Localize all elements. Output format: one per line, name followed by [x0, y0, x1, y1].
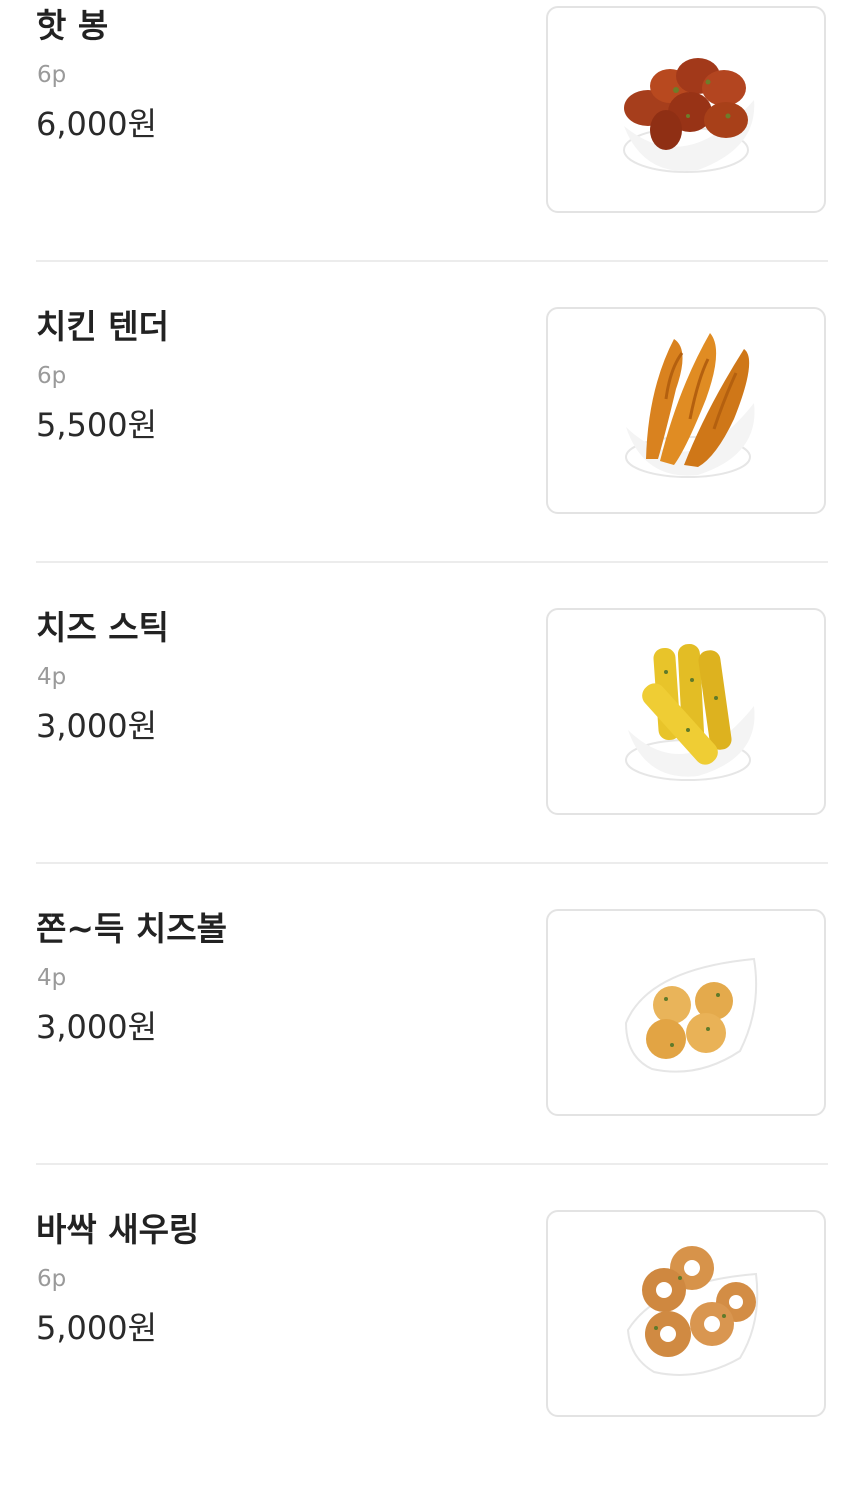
- divider: [36, 561, 828, 563]
- shrimp-ring-icon: [626, 1246, 759, 1376]
- divider: [36, 1163, 828, 1165]
- divider: [36, 862, 828, 864]
- menu-list: 핫 봉 6p 6,000원 치킨 텐더 6p 5,500원 치즈 스틱 4p 3…: [0, 0, 864, 1440]
- cheese-stick-icon: [625, 644, 755, 781]
- item-image[interactable]: [546, 307, 826, 514]
- item-quantity: 4p: [37, 965, 67, 991]
- item-price: 5,500원: [36, 406, 158, 444]
- item-image[interactable]: [546, 6, 826, 213]
- cheese-ball-icon: [624, 957, 758, 1073]
- item-name: 치즈 스틱: [36, 608, 169, 647]
- chicken-tender-icon: [625, 333, 755, 478]
- item-quantity: 4p: [37, 664, 67, 690]
- divider: [36, 260, 828, 262]
- item-price: 5,000원: [36, 1309, 158, 1347]
- item-quantity: 6p: [37, 62, 67, 88]
- menu-item-cheese-ball[interactable]: 쫀~득 치즈볼 4p 3,000원: [0, 903, 864, 1204]
- item-quantity: 6p: [37, 1266, 67, 1292]
- menu-item-cheese-stick[interactable]: 치즈 스틱 4p 3,000원: [0, 602, 864, 903]
- menu-item-hot-wings[interactable]: 핫 봉 6p 6,000원: [0, 0, 864, 301]
- item-name: 핫 봉: [36, 6, 109, 45]
- item-price: 3,000원: [36, 1008, 158, 1046]
- item-name: 치킨 텐더: [36, 307, 169, 346]
- item-image[interactable]: [546, 909, 826, 1116]
- menu-item-shrimp-ring[interactable]: 바싹 새우링 6p 5,000원: [0, 1204, 864, 1505]
- item-image[interactable]: [546, 1210, 826, 1417]
- item-name: 쫀~득 치즈볼: [36, 909, 227, 948]
- item-quantity: 6p: [37, 363, 67, 389]
- menu-item-chicken-tender[interactable]: 치킨 텐더 6p 5,500원: [0, 301, 864, 602]
- item-price: 3,000원: [36, 707, 158, 745]
- item-price: 6,000원: [36, 105, 158, 143]
- item-image[interactable]: [546, 608, 826, 815]
- hot-wings-icon: [623, 58, 755, 173]
- item-name: 바싹 새우링: [36, 1210, 200, 1249]
